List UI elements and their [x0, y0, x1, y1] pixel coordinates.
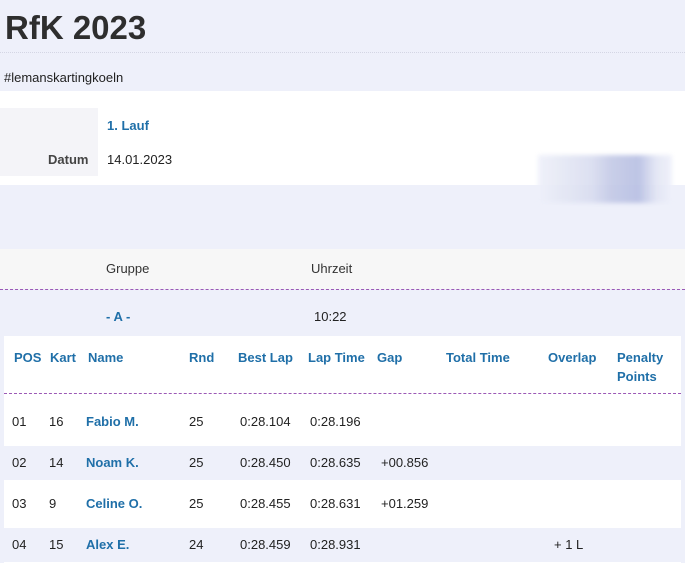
col-header-name: Name — [88, 350, 124, 365]
col-header-overlap: Overlap — [548, 350, 597, 365]
cell-lap-time: 0:28.196 — [310, 414, 361, 429]
cell-kart: 15 — [49, 537, 64, 552]
cell-rounds: 25 — [189, 414, 204, 429]
table-row: 03 9 Celine O. 25 0:28.455 0:28.631 +01.… — [4, 487, 681, 521]
group-name-link[interactable]: - A - — [106, 309, 130, 324]
cell-driver-name[interactable]: Celine O. — [86, 495, 142, 512]
table-row: 04 15 Alex E. 24 0:28.459 0:28.931 + 1 L — [4, 528, 681, 562]
cell-best-lap: 0:28.450 — [240, 455, 291, 470]
page-title: RfK 2023 — [5, 9, 147, 46]
cell-kart: 9 — [49, 496, 57, 511]
col-header-best-lap: Best Lap — [238, 350, 293, 365]
cell-rounds: 24 — [189, 537, 204, 552]
cell-kart: 16 — [49, 414, 64, 429]
cell-driver-name[interactable]: Fabio M. — [86, 413, 139, 430]
cell-pos: 01 — [12, 414, 27, 429]
cell-pos: 04 — [12, 537, 27, 552]
col-header-total-time: Total Time — [446, 350, 510, 365]
cell-gap: +00.856 — [381, 455, 429, 470]
col-header-penalty-points: Penalty Points — [617, 348, 663, 386]
table-row: 02 14 Noam K. 25 0:28.450 0:28.635 +00.8… — [4, 446, 681, 480]
time-column-header: Uhrzeit — [311, 261, 353, 276]
cell-best-lap: 0:28.455 — [240, 496, 291, 511]
cell-overlap: + 1 L — [554, 537, 584, 552]
penalty-header-line1: Penalty — [617, 350, 664, 365]
group-column-header: Gruppe — [106, 261, 150, 276]
col-header-pos: POS — [14, 350, 42, 365]
date-value: 14.01.2023 — [107, 152, 173, 167]
cell-gap: +01.259 — [381, 496, 429, 511]
col-header-gap: Gap — [377, 350, 403, 365]
cell-kart: 14 — [49, 455, 64, 470]
table-row: 01 16 Fabio M. 25 0:28.104 0:28.196 — [4, 405, 681, 439]
cell-pos: 03 — [12, 496, 27, 511]
col-header-lap-time: Lap Time — [308, 350, 365, 365]
group-divider — [0, 289, 685, 290]
cell-pos: 02 — [12, 455, 27, 470]
race-title-link[interactable]: 1. Lauf — [107, 118, 149, 133]
cell-rounds: 25 — [189, 455, 204, 470]
date-label: Datum — [48, 152, 89, 167]
blurred-logo-image — [538, 155, 672, 203]
title-divider — [0, 52, 685, 53]
cell-driver-name[interactable]: Noam K. — [86, 454, 139, 471]
cell-lap-time: 0:28.635 — [310, 455, 361, 470]
cell-lap-time: 0:28.631 — [310, 496, 361, 511]
cell-rounds: 25 — [189, 496, 204, 511]
col-header-kart: Kart — [50, 350, 77, 365]
cell-best-lap: 0:28.459 — [240, 537, 291, 552]
cell-lap-time: 0:28.931 — [310, 537, 361, 552]
group-start-time: 10:22 — [314, 309, 347, 324]
table-header-divider — [4, 393, 681, 394]
hashtag-text: #lemanskartingkoeln — [0, 64, 685, 91]
cell-best-lap: 0:28.104 — [240, 414, 291, 429]
col-header-rnd: Rnd — [189, 350, 215, 365]
penalty-header-line2: Points — [617, 369, 657, 384]
cell-driver-name[interactable]: Alex E. — [86, 536, 129, 553]
